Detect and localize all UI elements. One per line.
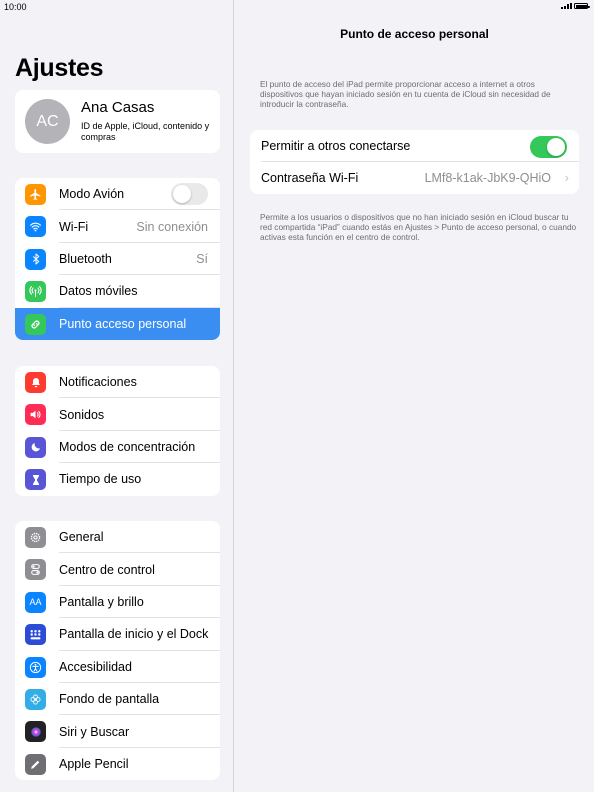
wifi-password-label: Contraseña Wi-Fi [261,171,359,185]
status-time: 10:00 [4,2,27,12]
settings-group-notifications: Notificaciones Sonidos Modos de concentr… [15,366,220,496]
speaker-icon [25,404,46,426]
sidebar-item-label: Centro de control [59,562,155,577]
sidebar-item-wifi[interactable]: Wi-Fi Sin conexión [15,210,220,244]
sidebar-item-personal-hotspot[interactable]: Punto acceso personal [15,307,220,340]
bell-icon [25,372,46,393]
settings-sidebar: Ajustes AC Ana Casas ID de Apple, iCloud… [0,0,234,792]
sidebar-item-focus[interactable]: Modos de concentración [15,431,220,464]
home-grid-icon [25,624,46,646]
sidebar-item-screen-time[interactable]: Tiempo de uso [15,463,220,495]
wifi-status: Sin conexión [136,219,208,234]
hotspot-footer-note: Permite a los usuarios o dispositivos qu… [260,212,577,242]
sidebar-item-label: Accesibilidad [59,659,132,674]
bluetooth-icon [25,248,46,270]
sidebar-item-label: Wi-Fi [59,219,89,234]
sidebar-item-notifications[interactable]: Notificaciones [15,366,220,399]
sidebar-item-label: Sonidos [59,407,105,422]
allow-others-toggle[interactable] [530,136,567,158]
wifi-icon [25,216,46,238]
hotspot-description: El punto de acceso del iPad permite prop… [260,79,551,109]
airplane-mode-toggle[interactable] [171,183,208,205]
sidebar-item-label: Modo Avión [59,187,125,202]
bluetooth-status: Sí [196,251,208,266]
battery-icon [574,3,590,9]
hourglass-icon [25,469,46,491]
sidebar-item-label: Datos móviles [59,284,138,299]
status-icons [561,3,590,9]
sidebar-item-airplane-mode[interactable]: Modo Avión [15,178,220,211]
sidebar-item-label: Pantalla y brillo [59,594,144,609]
profile-subtitle: ID de Apple, iCloud, contenido y compras [81,121,210,142]
wifi-password-row[interactable]: Contraseña Wi-Fi LMf8-k1ak-JbK9-QHiO › [250,162,579,194]
profile-card[interactable]: AC Ana Casas ID de Apple, iCloud, conten… [15,90,220,153]
moon-icon [25,436,46,458]
settings-group-connectivity: Modo Avión Wi-Fi Sin conexión Bluetooth … [15,178,220,340]
gear-icon [25,527,46,548]
sidebar-title: Ajustes [15,54,104,82]
sidebar-item-label: Punto acceso personal [59,316,187,331]
sidebar-item-label: Modos de concentración [59,439,196,454]
sidebar-item-wallpaper[interactable]: Fondo de pantalla [15,683,220,716]
signal-icon [561,3,572,9]
wifi-password-value: LMf8-k1ak-JbK9-QHiO [424,171,551,185]
text-size-icon: AA [25,591,46,613]
sidebar-item-control-center[interactable]: Centro de control [15,553,220,587]
sidebar-item-siri-search[interactable]: Siri y Buscar [15,715,220,749]
sidebar-item-label: Notificaciones [59,375,137,390]
sidebar-item-sounds[interactable]: Sonidos [15,398,220,432]
hotspot-icon [25,313,46,335]
sidebar-item-general[interactable]: General [15,521,220,554]
hotspot-settings-card: Permitir a otros conectarse Contraseña W… [250,130,579,194]
sidebar-item-label: General [59,530,104,545]
sidebar-item-accessibility[interactable]: Accesibilidad [15,651,220,684]
sidebar-item-bluetooth[interactable]: Bluetooth Sí [15,243,220,276]
sidebar-item-display-brightness[interactable]: AA Pantalla y brillo [15,586,220,619]
sidebar-item-label: Fondo de pantalla [59,692,160,707]
siri-icon [25,721,46,743]
avatar: AC [25,99,70,144]
sidebar-item-label: Pantalla de inicio y el Dock [59,627,209,642]
settings-group-general: General Centro de control AA Pantalla y … [15,521,220,781]
hotspot-detail-pane: Punto de acceso personal El punto de acc… [235,0,594,792]
allow-others-row[interactable]: Permitir a otros conectarse [250,130,579,162]
sidebar-item-label: Siri y Buscar [59,724,130,739]
switches-icon [25,559,46,581]
sidebar-item-apple-pencil[interactable]: Apple Pencil [15,748,220,780]
accessibility-icon [25,656,46,678]
chevron-right-icon: › [564,170,569,185]
airplane-icon [25,184,46,205]
status-bar: 10:00 [0,0,594,14]
sidebar-item-label: Tiempo de uso [59,472,142,487]
sidebar-item-home-screen-dock[interactable]: Pantalla de inicio y el Dock [15,618,220,651]
flower-icon [25,688,46,710]
profile-name: Ana Casas [81,99,155,116]
allow-others-label: Permitir a otros conectarse [261,139,411,153]
pencil-icon [25,753,46,775]
sidebar-item-label: Apple Pencil [59,756,129,771]
antenna-icon [25,281,46,303]
page-title: Punto de acceso personal [340,27,489,41]
sidebar-item-label: Bluetooth [59,251,112,266]
sidebar-item-mobile-data[interactable]: Datos móviles [15,275,220,308]
